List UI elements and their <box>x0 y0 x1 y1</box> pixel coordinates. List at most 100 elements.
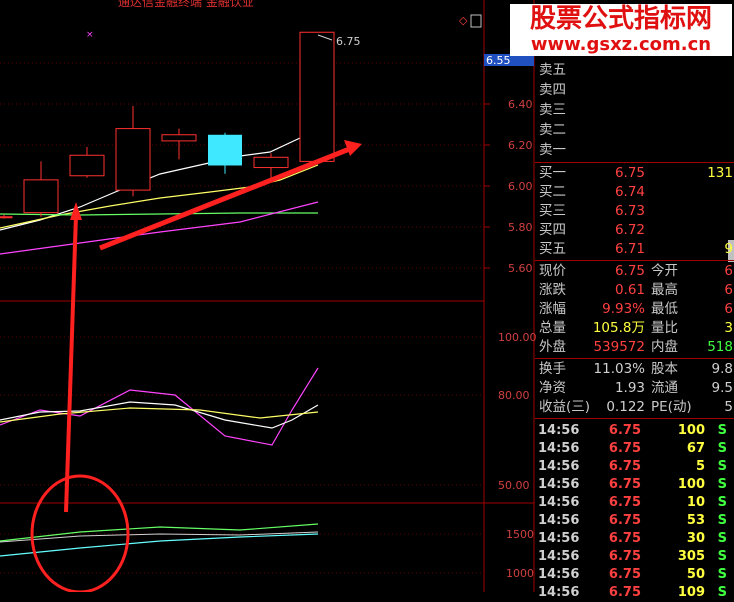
tick-row: 14:56 6.75 50 S <box>535 565 734 584</box>
osc-axis-label: 100.00 <box>498 331 537 344</box>
window-title: 通达信金融终端 金融饮业 <box>118 0 254 9</box>
svg-text:◇: ◇ <box>459 14 468 27</box>
osc-line-magenta <box>0 367 319 446</box>
tick-time: 14:56 <box>538 585 580 600</box>
bid-price: 6.73 <box>614 203 645 219</box>
price-axis-label: 5.80 <box>508 221 533 234</box>
vol-line-cyan <box>0 533 319 557</box>
stat-value: 11.03% <box>593 361 645 377</box>
price-axis-label: 6.40 <box>508 98 533 111</box>
tick-volume: 5 <box>695 459 705 474</box>
stat-value: 3 <box>724 320 733 336</box>
tick-price: 6.75 <box>608 549 641 564</box>
ask-row: 卖三 <box>535 101 734 120</box>
tick-time: 14:56 <box>538 477 580 492</box>
tick-flag: S <box>717 549 727 564</box>
bid-label: 买五 <box>539 241 566 257</box>
tick-row: 14:56 6.75 305 S <box>535 547 734 566</box>
stat-label: 流通 <box>651 380 678 396</box>
tick-price: 6.75 <box>608 567 641 582</box>
osc-axis-label: 80.00 <box>498 389 530 402</box>
candle <box>161 128 197 160</box>
price-axis-label: 5.60 <box>508 262 533 275</box>
quote-panel: 卖五 卖四 卖三 卖二 卖一 买一 6.75 131 买二 6.74 买三 6.73 买四 6.72 买五 6… <box>535 56 734 600</box>
tick-price: 6.75 <box>608 513 641 528</box>
stat-value: 6 <box>724 282 733 298</box>
tick-time: 14:56 <box>538 441 580 456</box>
tick-flag: S <box>717 531 727 546</box>
tick-flag: S <box>717 585 727 600</box>
bid-label: 买三 <box>539 203 566 219</box>
stat-value: 9.8 <box>711 361 733 377</box>
bid-row: 买一 6.75 131 <box>535 164 734 183</box>
tick-flag: S <box>717 441 727 456</box>
tick-row: 14:56 6.75 109 S <box>535 583 734 602</box>
tick-time: 14:56 <box>538 459 580 474</box>
stat-row: 现价 6.75 今开 6 <box>535 262 734 281</box>
candle <box>208 132 242 174</box>
ask-label: 卖一 <box>539 142 566 158</box>
tick-time: 14:56 <box>538 423 580 438</box>
tick-flag: S <box>717 423 727 438</box>
tick-price: 6.75 <box>608 495 641 510</box>
stat-row: 换手 11.03% 股本 9.8 <box>535 360 734 379</box>
osc-axis-label: 50.00 <box>498 479 530 492</box>
stat-value: 6 <box>724 263 733 279</box>
tick-flag: S <box>717 477 727 492</box>
candle <box>69 147 105 178</box>
ask-row: 卖四 <box>535 81 734 100</box>
candle <box>0 214 13 219</box>
tick-volume: 100 <box>677 477 705 492</box>
tick-row: 14:56 6.75 100 S <box>535 421 734 440</box>
stat-label: 收益(三) <box>539 399 591 415</box>
stat-row: 总量 105.8万 量比 3 <box>535 319 734 338</box>
stat-label: 股本 <box>651 361 678 377</box>
tick-price: 6.75 <box>608 423 641 438</box>
ask-label: 卖五 <box>539 62 566 78</box>
tick-flag: S <box>717 495 727 510</box>
stat-value: 6 <box>724 301 733 317</box>
stat-label: 内盘 <box>651 339 678 355</box>
tick-volume: 10 <box>686 495 705 510</box>
ask-row: 卖一 <box>535 141 734 160</box>
osc-line-yellow <box>0 407 319 423</box>
svg-text:×: × <box>86 30 94 40</box>
tick-volume: 100 <box>677 423 705 438</box>
stat-label: 最高 <box>651 282 678 298</box>
stat-label: 换手 <box>539 361 566 377</box>
tick-flag: S <box>717 567 727 582</box>
stat-value: 105.8万 <box>592 320 645 336</box>
stat-value: 0.122 <box>606 399 645 415</box>
stat-value: 0.61 <box>614 282 645 298</box>
tick-flag: S <box>717 459 727 474</box>
tick-flag: S <box>717 513 727 528</box>
vol-axis-label: 1500 <box>506 528 534 541</box>
stat-label: 涨幅 <box>539 301 566 317</box>
tick-volume: 53 <box>686 513 705 528</box>
stat-value: 539572 <box>593 339 645 355</box>
stat-label: PE(动) <box>651 399 692 415</box>
stat-label: 量比 <box>651 320 678 336</box>
watermark-url: www.gsxz.com.cn <box>510 34 732 56</box>
ask-label: 卖四 <box>539 82 566 98</box>
bid-label: 买四 <box>539 222 566 238</box>
stat-row: 净资 1.93 流通 9.5 <box>535 379 734 398</box>
candle <box>299 31 335 162</box>
ask-row: 卖五 <box>535 61 734 80</box>
bid-volume: 131 <box>707 165 733 181</box>
bid-volume: 9 <box>724 241 733 257</box>
stat-row: 收益(三) 0.122 PE(动) 5 <box>535 398 734 417</box>
stat-value: 9.5 <box>711 380 733 396</box>
stat-row: 涨跌 0.61 最高 6 <box>535 281 734 300</box>
stat-label: 今开 <box>651 263 678 279</box>
tick-price: 6.75 <box>608 459 641 474</box>
candle <box>115 106 151 197</box>
tick-price: 6.75 <box>608 477 641 492</box>
bid-price: 6.74 <box>614 184 645 200</box>
tick-row: 14:56 6.75 10 S <box>535 493 734 512</box>
vol-axis-label: 1000 <box>506 567 534 580</box>
tick-volume: 30 <box>686 531 705 546</box>
bid-label: 买一 <box>539 165 566 181</box>
osc-line-white <box>0 401 319 429</box>
stat-row: 外盘 539572 内盘 518 <box>535 338 734 357</box>
